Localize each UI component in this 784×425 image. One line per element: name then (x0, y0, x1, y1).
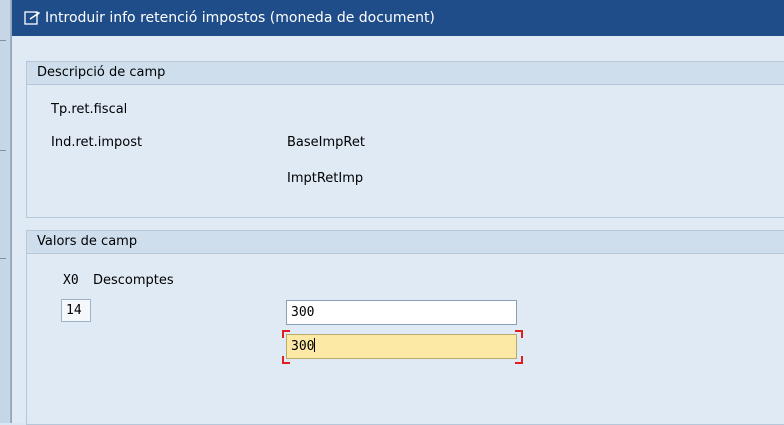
focus-corner-bottom-left (282, 356, 290, 364)
focus-corner-top-left (282, 330, 290, 338)
tax-type-label: Tp.ret.fiscal (51, 102, 128, 117)
field-values-group: Valors de camp X0 Descomptes 14 300 300 (26, 230, 784, 425)
base-amount-input[interactable]: 300 (286, 300, 517, 325)
field-description-header: Descripció de camp (27, 62, 784, 85)
tax-code-label: Ind.ret.impost (51, 135, 143, 150)
dialog-title: Introduir info retenció impostos (moneda… (45, 10, 435, 26)
tax-code-value-box: 14 (61, 299, 91, 322)
tax-amount-input[interactable]: 300 (286, 334, 517, 359)
tax-amount-input-text: 300 (291, 339, 315, 354)
text-caret (314, 338, 316, 352)
focus-corner-top-right (515, 330, 523, 338)
background-window-edge (0, 0, 11, 423)
type-code-value: X0 (63, 273, 79, 288)
base-amount-label: BaseImpRet (287, 135, 365, 150)
tax-amount-label: ImptRetImp (287, 171, 364, 186)
dialog-titlebar[interactable]: Introduir info retenció impostos (moneda… (12, 0, 784, 36)
focus-corner-bottom-right (515, 356, 523, 364)
field-description-group: Descripció de camp Tp.ret.fiscal Ind.ret… (26, 61, 784, 218)
field-values-header: Valors de camp (27, 231, 784, 254)
edit-dialog-icon (24, 11, 41, 25)
type-text-value: Descomptes (93, 273, 174, 288)
withholding-tax-dialog: Introduir info retenció impostos (moneda… (11, 0, 784, 425)
edge-tick (0, 150, 6, 151)
edge-tick (0, 258, 6, 259)
edge-tick (0, 40, 6, 41)
